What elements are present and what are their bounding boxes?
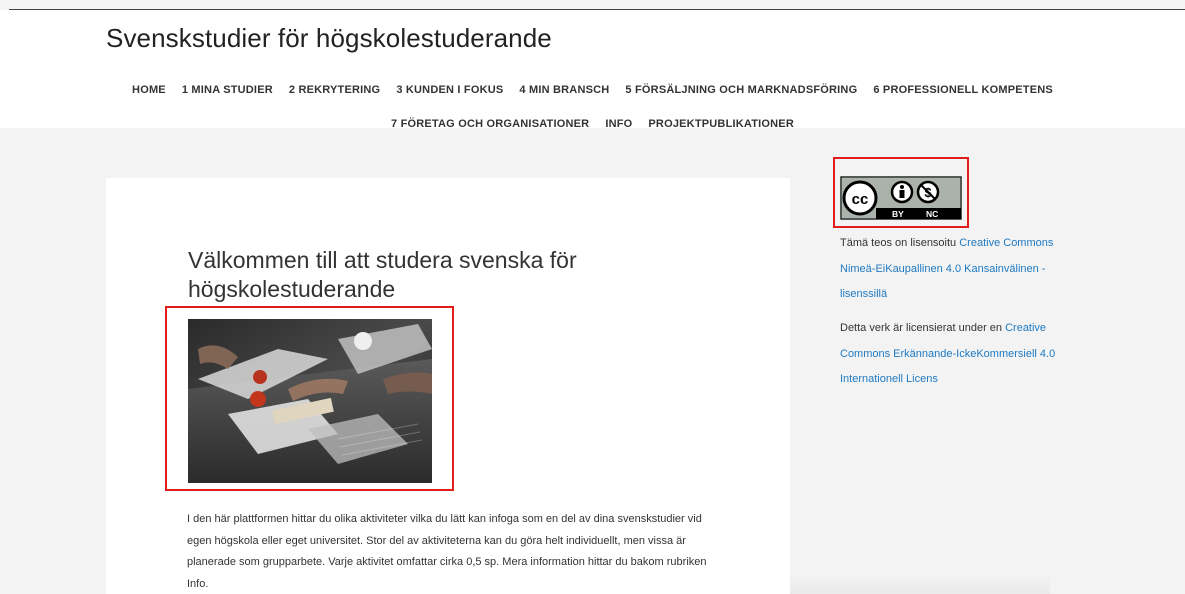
nc-label: NC xyxy=(926,209,938,219)
nav-item-6-professionell-kompetens[interactable]: 6 PROFESSIONELL KOMPETENS xyxy=(873,84,1053,96)
license-fi-prefix: Tämä teos on lisensoitu xyxy=(840,237,960,249)
article-title: Välkommen till att studera svenska för h… xyxy=(188,247,577,302)
nav-row-1: HOME 1 MINA STUDIER 2 REKRYTERING 3 KUNDEN … xyxy=(0,73,1185,107)
nav-item-home[interactable]: HOME xyxy=(132,84,166,96)
article-card: Välkommen till att studera svenska för h… xyxy=(106,178,790,594)
cc-label: cc xyxy=(852,191,869,208)
license-text-sv: Detta verk är licensierat under en Creat… xyxy=(840,316,1090,393)
nav-item-4-min-bransch[interactable]: 4 MIN BRANSCH xyxy=(519,84,609,96)
license-text-fi: Tämä teos on lisensoitu Creative Commons… xyxy=(840,231,1090,308)
nav-item-2-rekrytering[interactable]: 2 REKRYTERING xyxy=(289,84,380,96)
nav-item-5-försäljning-och-marknadsföring[interactable]: 5 FÖRSÄLJNING OCH MARKNADSFÖRING xyxy=(625,84,857,96)
license-sv-prefix: Detta verk är licensierat under en xyxy=(840,322,1006,334)
by-label: BY xyxy=(892,209,904,219)
image-highlight-box xyxy=(165,306,454,491)
bottom-shadow xyxy=(790,576,1050,594)
cc-license-icon: BY NC cc $ xyxy=(840,176,962,220)
cc-by-nc-badge[interactable]: BY NC cc $ xyxy=(840,176,962,225)
site-header: Svenskstudier för högskolestuderande HOM… xyxy=(0,10,1185,130)
nav-item-1-mina-studier[interactable]: 1 MINA STUDIER xyxy=(182,84,273,96)
article-intro-text: I den här plattformen hittar du olika ak… xyxy=(187,513,707,590)
site-title[interactable]: Svenskstudier för högskolestuderande xyxy=(106,23,552,54)
nav-item-3-kunden-i-fokus[interactable]: 3 KUNDEN I FOKUS xyxy=(396,84,503,96)
